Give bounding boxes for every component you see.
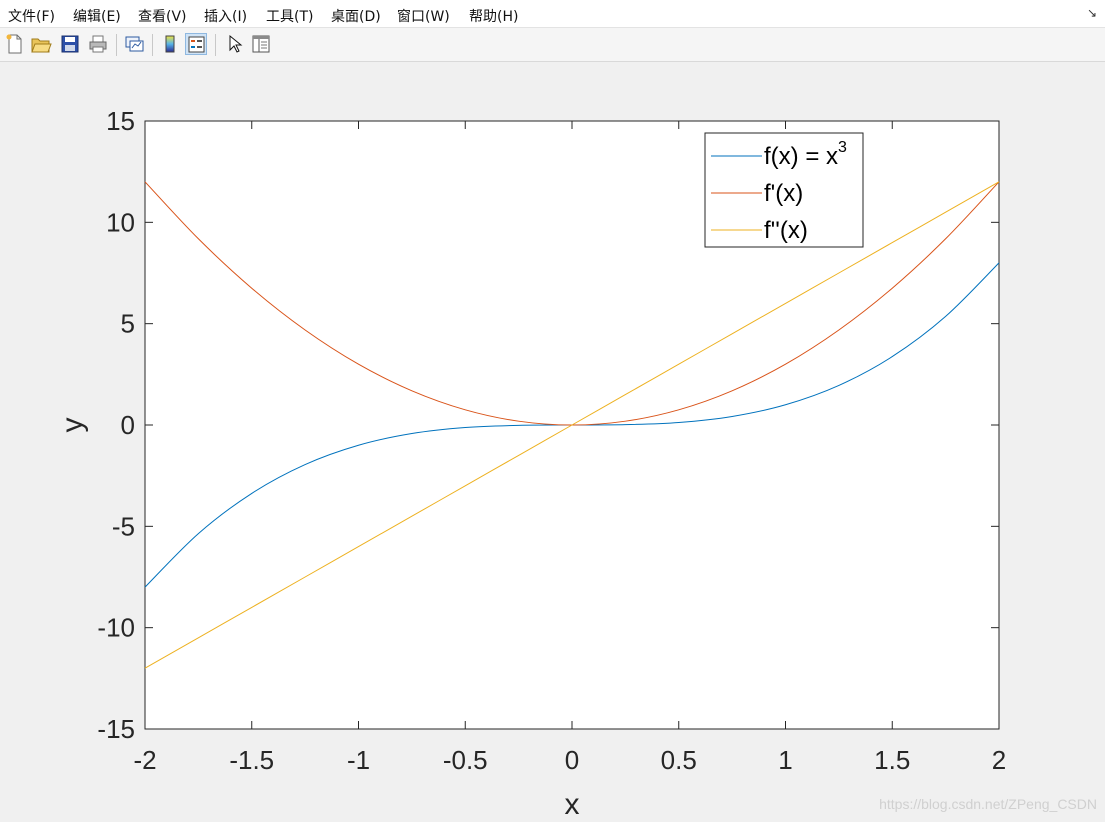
y-tick-label: 10 xyxy=(106,207,135,237)
colorbar-icon[interactable] xyxy=(159,33,181,55)
y-tick-label: -10 xyxy=(97,613,135,643)
figure-toolbar xyxy=(0,28,1105,62)
y-axis-label: y xyxy=(56,418,89,433)
toolbar-separator xyxy=(116,34,117,56)
legend[interactable]: f(x) = x3 f'(x) f''(x) xyxy=(704,132,864,248)
x-tick-label: 1 xyxy=(778,745,792,775)
x-tick-label: -1.5 xyxy=(229,745,274,775)
x-tick-label: -2 xyxy=(133,745,156,775)
legend-entry-f-prime: f'(x) xyxy=(764,180,803,207)
y-tick-label: 15 xyxy=(106,106,135,136)
printer-icon[interactable] xyxy=(87,33,109,55)
toolbar-separator xyxy=(215,34,216,56)
legend-superscript: 3 xyxy=(838,139,847,156)
menu-tools[interactable]: 工具(T) xyxy=(266,6,313,26)
menu-edit[interactable]: 编辑(E) xyxy=(73,6,121,26)
pointer-arrow-icon[interactable] xyxy=(224,33,246,55)
line-chart: -2 -1.5 -1 -0.5 0 0.5 1 1.5 2-15-10-5051015 x y … xyxy=(56,106,1006,821)
toolbar-separator xyxy=(152,34,153,56)
y-tick-label: 5 xyxy=(121,309,135,339)
menu-help[interactable]: 帮助(H) xyxy=(469,6,518,26)
menu-desktop[interactable]: 桌面(D) xyxy=(331,6,381,26)
x-tick-label: -0.5 xyxy=(443,745,488,775)
link-plot-icon[interactable] xyxy=(123,33,145,55)
menu-bar: 文件(F) 编辑(E) 查看(V) 插入(I) 工具(T) 桌面(D) 窗口(W… xyxy=(0,0,1105,28)
new-file-icon[interactable] xyxy=(4,33,26,55)
y-tick-label: -15 xyxy=(97,714,135,744)
save-icon[interactable] xyxy=(59,33,81,55)
legend-entry-f-double-prime: f''(x) xyxy=(764,217,808,244)
x-axis-label: x xyxy=(565,788,580,821)
legend-icon[interactable] xyxy=(185,33,207,55)
x-tick-label: 0 xyxy=(565,745,579,775)
menu-file[interactable]: 文件(F) xyxy=(8,6,55,26)
y-tick-label: -5 xyxy=(112,511,135,541)
property-panel-icon[interactable] xyxy=(250,33,272,55)
menu-window[interactable]: 窗口(W) xyxy=(397,6,450,26)
x-tick-label: 2 xyxy=(992,745,1006,775)
legend-entry-f: f(x) = x3 xyxy=(764,139,847,170)
x-tick-label: -1 xyxy=(347,745,370,775)
y-tick-label: 0 xyxy=(121,410,135,440)
figure-canvas: -2 -1.5 -1 -0.5 0 0.5 1 1.5 2 -15 -10 -5 0 5 10 15 x y … xyxy=(0,62,1105,822)
dock-arrow-icon[interactable]: ↘ xyxy=(1087,6,1097,20)
x-tick-label: 0.5 xyxy=(661,745,697,775)
folder-open-icon[interactable] xyxy=(30,33,52,55)
x-tick-label: 1.5 xyxy=(874,745,910,775)
menu-view[interactable]: 查看(V) xyxy=(138,6,187,26)
menu-insert[interactable]: 插入(I) xyxy=(204,6,247,26)
watermark: https://blog.csdn.net/ZPeng_CSDN xyxy=(879,796,1097,812)
